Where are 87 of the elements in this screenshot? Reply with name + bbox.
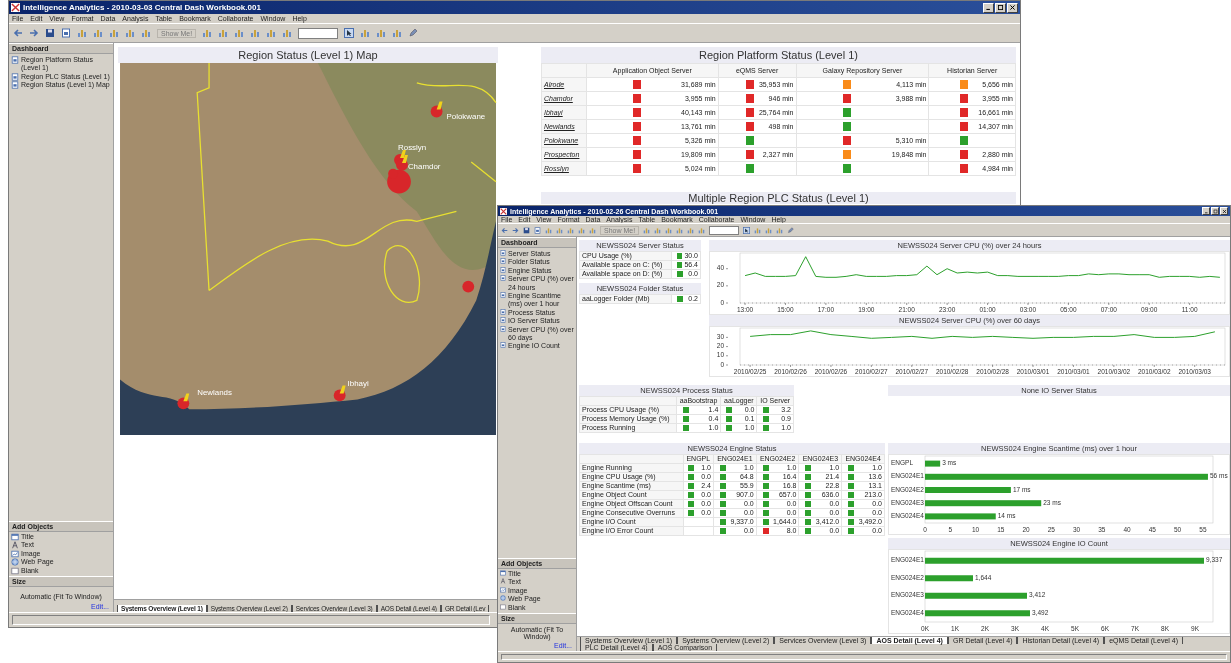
chart-icon[interactable]: [654, 226, 662, 234]
panel-title: Region Status (Level 1) Map: [118, 47, 498, 63]
document-icon[interactable]: [61, 28, 71, 38]
window-title: Intelligence Analytics - 2010-03-03 Central Dash Workbook.001: [23, 3, 261, 12]
chart-icon[interactable]: [234, 28, 245, 38]
close-icon: [1221, 208, 1227, 214]
chart-icon[interactable]: [776, 226, 784, 234]
blank-icon: [11, 566, 19, 575]
text-icon: [11, 541, 19, 550]
document-icon: [500, 250, 506, 256]
chart-icon[interactable]: [376, 28, 387, 38]
image-icon: [500, 586, 506, 593]
chart-icon[interactable]: [250, 28, 261, 38]
document-icon: [500, 342, 506, 349]
map-pin: [333, 385, 346, 402]
close-button[interactable]: [1220, 207, 1228, 215]
bar: [925, 575, 973, 582]
pencil-icon[interactable]: [408, 28, 419, 38]
map-pin: [430, 101, 443, 118]
map-pin: [177, 393, 190, 410]
dropdown-field[interactable]: [709, 225, 740, 235]
map-label: Rosslyn: [398, 143, 427, 153]
back-arrow-icon[interactable]: [13, 28, 23, 38]
panel-title: Multiple Region PLC Status (Level 1): [541, 192, 1016, 204]
blank-icon: [500, 603, 506, 610]
maximize-button[interactable]: [995, 2, 1006, 13]
chart-icon[interactable]: [556, 226, 563, 234]
chart-icon[interactable]: [77, 28, 87, 38]
forward-arrow-icon[interactable]: [29, 28, 39, 38]
chart-icon[interactable]: [687, 226, 695, 234]
close-button[interactable]: [1007, 2, 1018, 13]
chart-icon[interactable]: [360, 28, 371, 38]
chart-icon[interactable]: [266, 28, 277, 38]
chart-icon[interactable]: [676, 226, 684, 234]
chart-icon[interactable]: [567, 226, 574, 234]
back-arrow-icon[interactable]: [501, 226, 508, 234]
panel-title: Region Platform Status (Level 1): [541, 47, 1016, 63]
chart-icon[interactable]: [202, 28, 213, 38]
map-label: Polokwane: [446, 112, 486, 122]
title-icon: [11, 533, 19, 542]
document-icon[interactable]: [534, 226, 541, 234]
chart-icon[interactable]: [589, 226, 596, 234]
chart-icon[interactable]: [545, 226, 552, 234]
save-icon[interactable]: [523, 226, 530, 234]
chart-icon[interactable]: [665, 226, 673, 234]
map-pin: [396, 155, 408, 171]
map-label: Newlands: [197, 388, 232, 398]
pointer-icon[interactable]: [743, 226, 751, 234]
chart-icon[interactable]: [141, 28, 151, 38]
map-label: Ibhayi: [347, 378, 369, 388]
chart-icon[interactable]: [643, 226, 651, 234]
forward-arrow-icon[interactable]: [512, 226, 519, 234]
minimize-button[interactable]: [983, 2, 994, 13]
chart-icon[interactable]: [578, 226, 585, 234]
chart-icon[interactable]: [109, 28, 119, 38]
document-icon: [11, 56, 19, 64]
chart-icon[interactable]: [754, 226, 762, 234]
globe-icon: [11, 558, 19, 567]
maximize-button[interactable]: [1211, 207, 1219, 215]
title-icon: [500, 570, 506, 577]
chart-icon[interactable]: [125, 28, 135, 38]
map-label: Chamdor: [407, 161, 441, 171]
document-icon: [500, 291, 506, 298]
chart-icon[interactable]: [392, 28, 403, 38]
dropdown-field[interactable]: [298, 27, 339, 39]
save-icon[interactable]: [45, 28, 55, 38]
app-icon: [11, 3, 20, 12]
maximize-icon: [1212, 208, 1218, 214]
bar: [925, 513, 996, 520]
close-icon: [1009, 4, 1016, 11]
pointer-icon[interactable]: [344, 28, 355, 38]
chart-icon[interactable]: [218, 28, 229, 38]
image-icon: [11, 549, 19, 558]
globe-icon: [500, 595, 506, 602]
minimize-button[interactable]: [1202, 207, 1210, 215]
document-icon: [500, 275, 506, 282]
bar: [925, 460, 941, 467]
location-dot: [462, 280, 475, 293]
app-icon: [500, 207, 507, 215]
document-icon: [500, 308, 506, 315]
text-icon: [500, 578, 506, 585]
maximize-icon: [997, 4, 1004, 11]
chart-icon[interactable]: [93, 28, 103, 38]
chart-icon[interactable]: [698, 226, 706, 234]
chart-icon[interactable]: [765, 226, 773, 234]
chart-icon[interactable]: [282, 28, 293, 38]
pencil-icon[interactable]: [787, 226, 795, 234]
